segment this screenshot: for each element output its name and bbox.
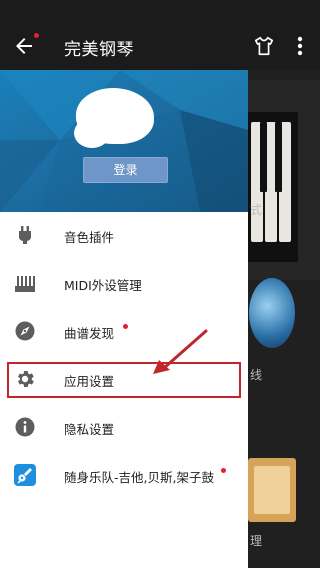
notification-dot — [34, 33, 39, 38]
compass-icon — [15, 321, 35, 341]
midi-keyboard-icon — [15, 276, 35, 292]
folder-image[interactable] — [248, 458, 296, 522]
menu-item-band-app[interactable]: 随身乐队-吉他,贝斯,架子鼓 — [0, 452, 248, 500]
annotation-arrow-icon — [153, 329, 208, 374]
tshirt-icon[interactable] — [253, 35, 275, 57]
more-vertical-icon[interactable] — [292, 35, 308, 57]
menu-item-label: 随身乐队-吉他,贝斯,架子鼓 — [64, 470, 214, 485]
menu-item-label: 音色插件 — [64, 230, 115, 245]
piano-card[interactable] — [248, 80, 320, 280]
bg-label-2: 线 — [250, 368, 263, 382]
guitar-app-icon — [14, 464, 36, 486]
globe-image[interactable] — [249, 278, 295, 348]
app-title: 完美钢琴 — [64, 40, 134, 60]
info-icon — [15, 417, 35, 437]
menu-item-label: MIDI外设管理 — [64, 278, 142, 293]
bg-label-1: 式 — [250, 203, 263, 217]
arrow-left-icon[interactable] — [12, 34, 36, 58]
app-bar: 完美钢琴 — [0, 0, 320, 70]
navigation-drawer: 登录 音色插件 MIDI外设管理 曲谱发现 应用设置 隐私设置 随身乐队-吉他,… — [0, 70, 248, 568]
menu-item-midi[interactable]: MIDI外设管理 — [0, 260, 248, 308]
avatar[interactable] — [74, 88, 154, 148]
drawer-header: 登录 — [0, 70, 248, 212]
menu-item-label: 隐私设置 — [64, 422, 115, 437]
menu-item-privacy[interactable]: 隐私设置 — [0, 404, 248, 452]
login-button[interactable]: 登录 — [83, 157, 168, 183]
menu-item-score-discovery[interactable]: 曲谱发现 — [0, 308, 248, 356]
menu-item-sound-plugin[interactable]: 音色插件 — [0, 212, 248, 260]
new-badge — [221, 468, 226, 473]
plugin-icon — [19, 226, 31, 244]
background-content — [248, 70, 320, 568]
piano-image — [248, 112, 298, 262]
new-badge — [123, 324, 128, 329]
menu-item-label: 曲谱发现 — [64, 326, 115, 341]
bg-label-3: 理 — [250, 534, 263, 548]
